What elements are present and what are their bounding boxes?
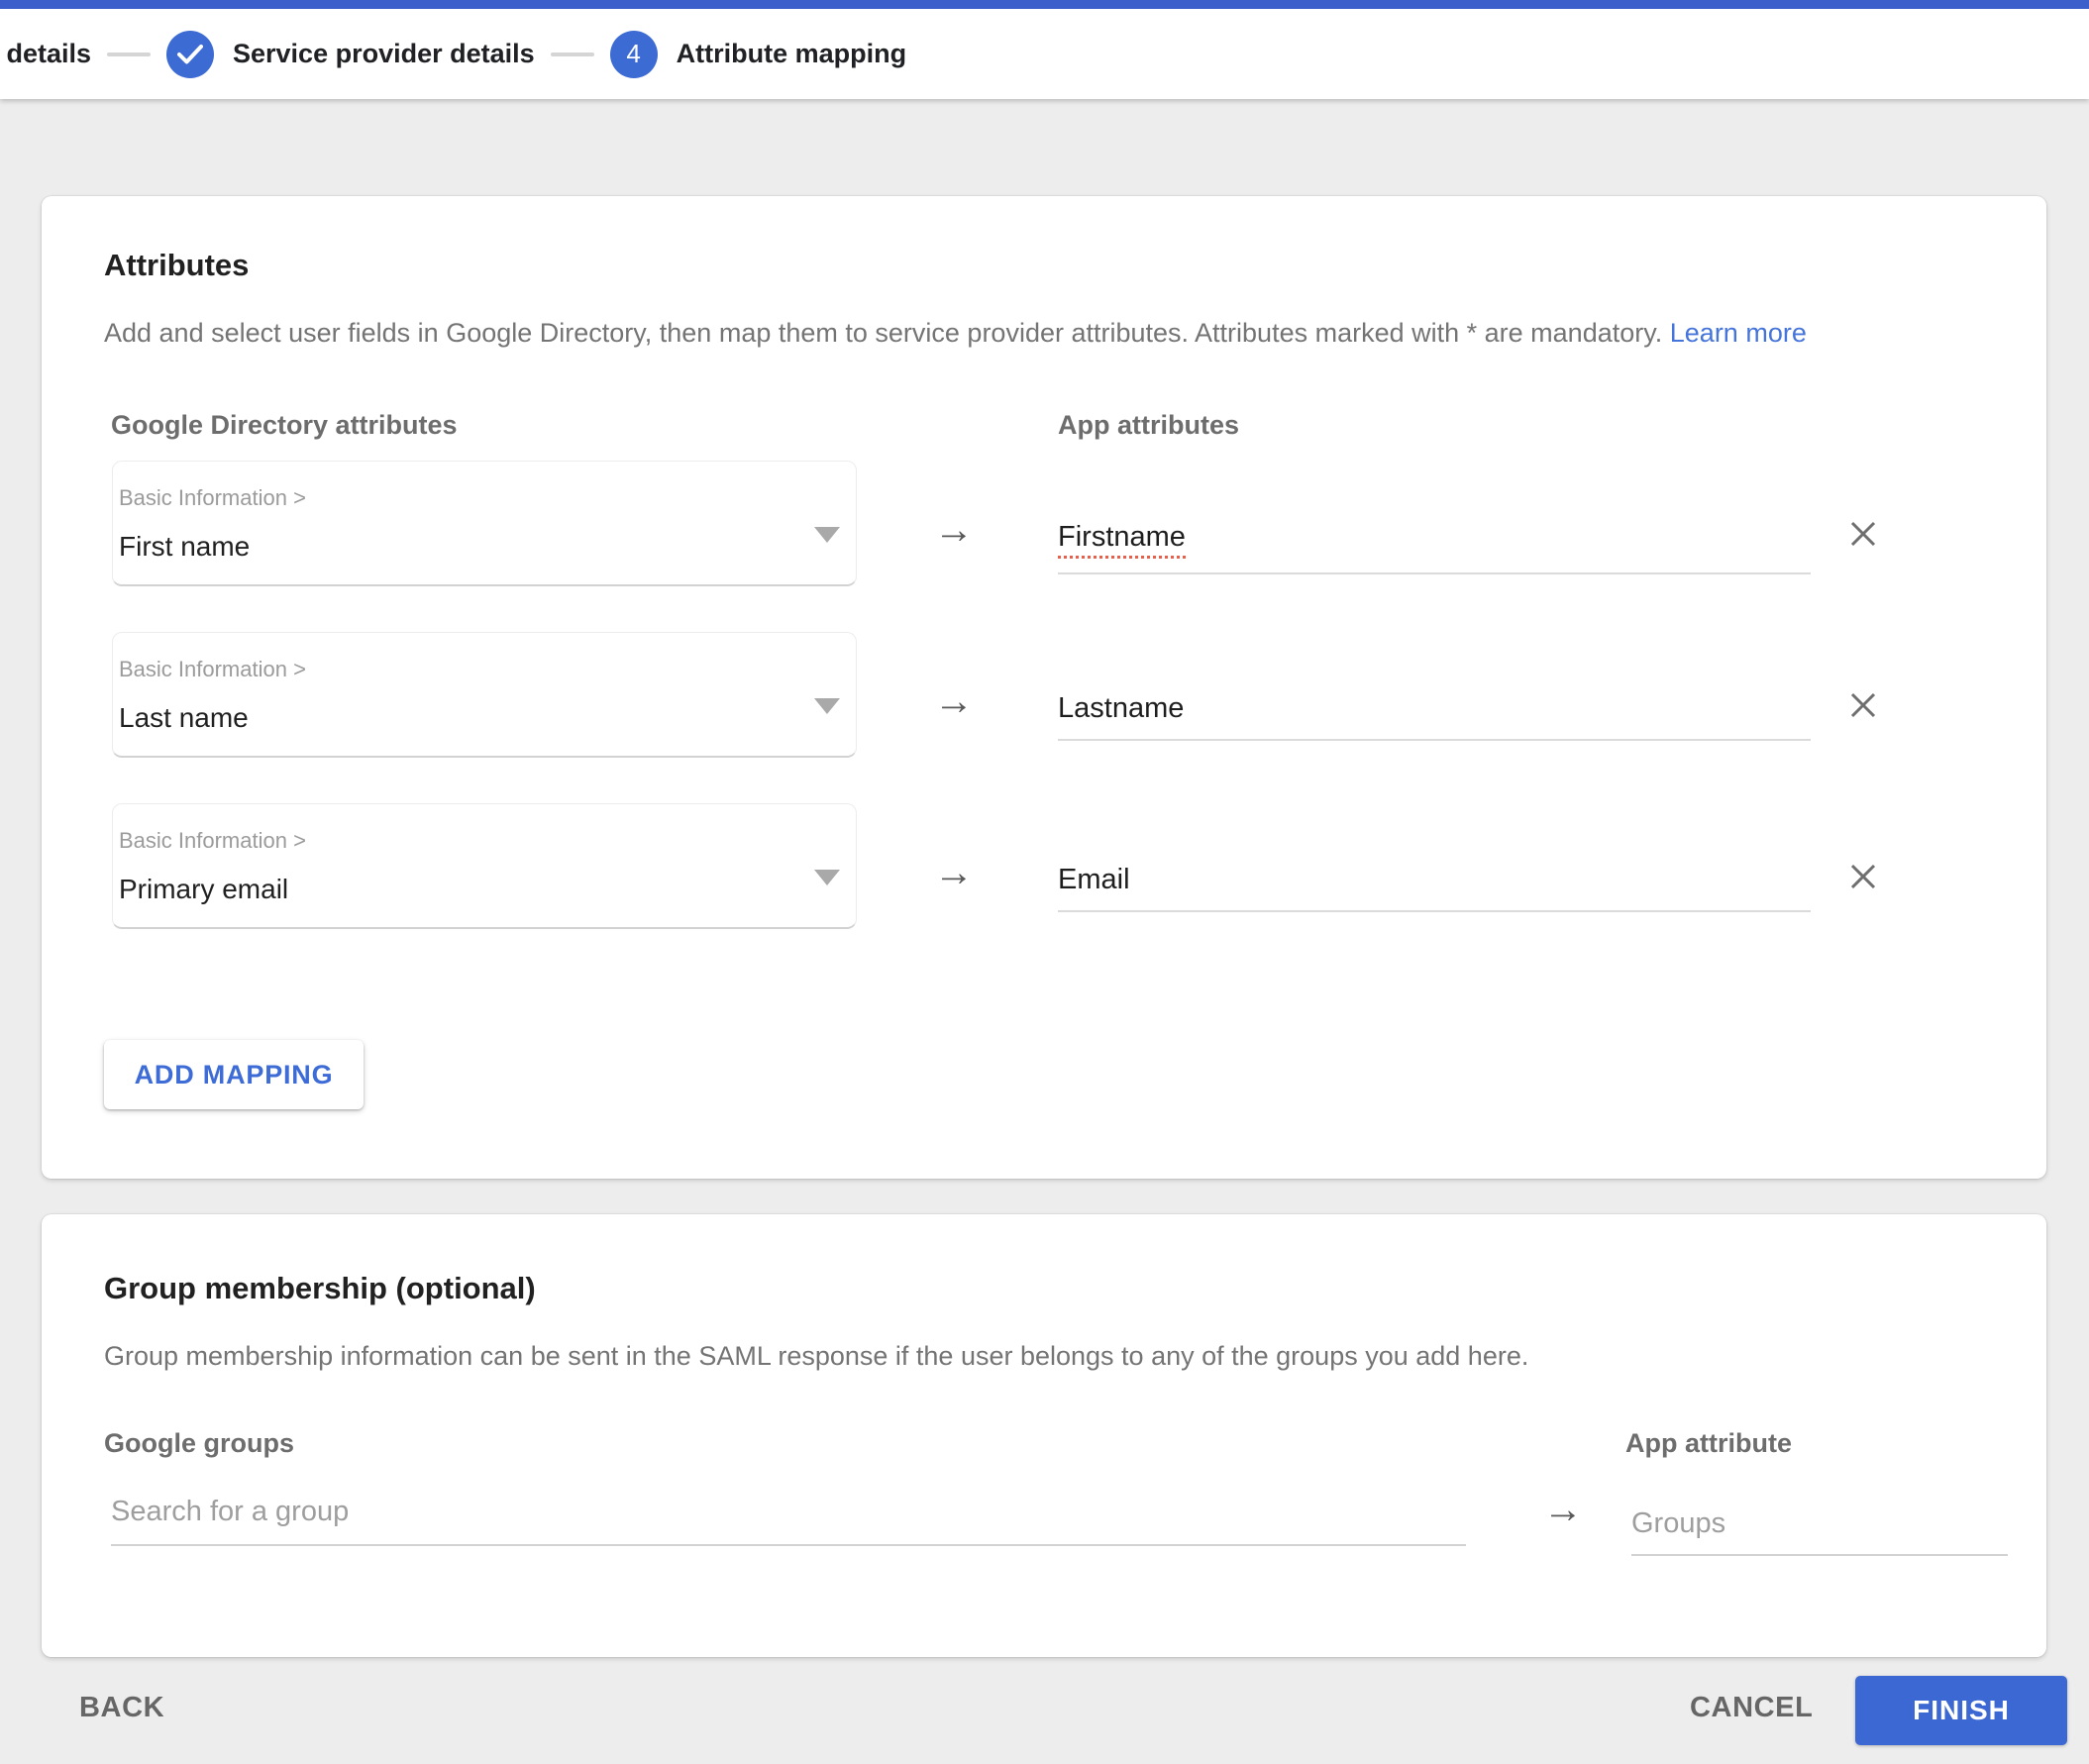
close-icon xyxy=(1850,521,1876,547)
previous-step-label-clipped: er details xyxy=(0,39,91,69)
cancel-button[interactable]: CANCEL xyxy=(1690,1692,1813,1724)
arrow-right-icon: → xyxy=(934,679,974,723)
select-value: First name xyxy=(119,531,251,562)
google-attribute-select[interactable]: Basic Information > Last name xyxy=(112,632,857,758)
dropdown-caret-icon xyxy=(814,698,840,714)
stepper-bar: er details Service provider details 4 At… xyxy=(0,0,2089,99)
arrow-right-icon: → xyxy=(934,508,974,552)
close-icon xyxy=(1850,692,1876,718)
arrow-right-icon: → xyxy=(934,851,974,894)
app-attributes-header: App attributes xyxy=(1058,410,1240,440)
previous-step-label-text: er details xyxy=(0,39,91,68)
step-separator xyxy=(107,52,151,56)
group-search-input[interactable] xyxy=(111,1496,1466,1546)
finish-button[interactable]: FINISH xyxy=(1855,1676,2067,1745)
app-attribute-input[interactable]: Lastname xyxy=(1058,691,1811,741)
group-membership-card: Group membership (optional) Group member… xyxy=(42,1214,2046,1657)
mapping-row-primary-email: Basic Information > Primary email → Emai… xyxy=(112,803,1994,929)
groups-app-attribute-input[interactable] xyxy=(1631,1507,2008,1556)
remove-mapping-button[interactable] xyxy=(1845,514,1885,554)
dropdown-caret-icon xyxy=(814,870,840,885)
check-icon xyxy=(177,44,203,63)
google-groups-header: Google groups xyxy=(104,1428,294,1458)
app-attribute-input[interactable]: Email xyxy=(1058,863,1811,912)
app-attribute-input[interactable]: Firstname xyxy=(1058,520,1811,574)
remove-mapping-button[interactable] xyxy=(1845,685,1885,725)
attributes-description-text: Add and select user fields in Google Dir… xyxy=(104,318,1663,348)
group-membership-title: Group membership (optional) xyxy=(104,1271,536,1305)
step-attribute-mapping[interactable]: 4 Attribute mapping xyxy=(609,30,907,78)
google-attribute-select[interactable]: Basic Information > Primary email xyxy=(112,803,857,929)
select-category-label: Basic Information > xyxy=(119,828,306,853)
google-directory-attributes-header: Google Directory attributes xyxy=(111,410,458,440)
close-icon xyxy=(1850,864,1876,889)
mapping-rows: Basic Information > First name → Firstna… xyxy=(112,461,1994,975)
app-attribute-value: Firstname xyxy=(1058,520,1186,559)
add-mapping-button[interactable]: ADD MAPPING xyxy=(104,1040,364,1109)
mapping-row-first-name: Basic Information > First name → Firstna… xyxy=(112,461,1994,586)
select-category-label: Basic Information > xyxy=(119,485,306,510)
attributes-description: Add and select user fields in Google Dir… xyxy=(104,316,1807,350)
step-label: Attribute mapping xyxy=(676,39,907,68)
group-membership-description: Group membership information can be sent… xyxy=(104,1341,1529,1371)
app-attribute-header: App attribute xyxy=(1625,1428,1792,1458)
step-number-circle: 4 xyxy=(609,30,658,78)
dropdown-caret-icon xyxy=(814,527,840,543)
arrow-right-icon: → xyxy=(1543,1488,1583,1531)
setup-stepper: er details Service provider details 4 At… xyxy=(0,9,906,99)
step-label: Service provider details xyxy=(233,39,535,68)
back-button[interactable]: BACK xyxy=(79,1692,164,1724)
select-value: Last name xyxy=(119,702,249,733)
step-separator xyxy=(550,52,594,56)
step-service-provider-details[interactable]: Service provider details xyxy=(166,30,535,78)
attributes-title: Attributes xyxy=(104,248,250,282)
google-attribute-select[interactable]: Basic Information > First name xyxy=(112,461,857,586)
attribute-mapping-page: er details Service provider details 4 At… xyxy=(0,0,2089,1764)
top-progress-bar xyxy=(0,0,2089,9)
learn-more-link[interactable]: Learn more xyxy=(1670,318,1807,348)
mapping-row-last-name: Basic Information > Last name → Lastname xyxy=(112,632,1994,758)
app-attribute-value: Lastname xyxy=(1058,692,1185,724)
select-category-label: Basic Information > xyxy=(119,657,306,681)
remove-mapping-button[interactable] xyxy=(1845,857,1885,896)
app-attribute-value: Email xyxy=(1058,864,1130,895)
step-number: 4 xyxy=(626,39,641,68)
select-value: Primary email xyxy=(119,874,289,904)
attributes-card: Attributes Add and select user fields in… xyxy=(42,196,2046,1179)
step-completed-circle xyxy=(166,30,214,78)
